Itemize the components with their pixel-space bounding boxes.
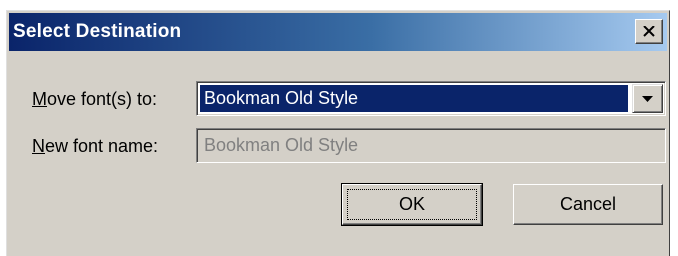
new-font-name-input[interactable] (201, 132, 657, 159)
move-fonts-dropdown[interactable]: Bookman Old Style (196, 81, 666, 116)
close-button[interactable] (635, 19, 663, 44)
cancel-button[interactable]: Cancel (513, 184, 663, 225)
move-fonts-selected-value[interactable]: Bookman Old Style (200, 85, 628, 112)
new-font-name-field-frame (196, 128, 666, 163)
ok-button[interactable]: OK (341, 183, 483, 226)
dialog-title: Select Destination (13, 21, 182, 42)
cancel-button-label: Cancel (559, 194, 617, 214)
move-label-text: ove font(s) to: (47, 89, 158, 109)
move-label-mnemonic: M (32, 89, 47, 109)
close-icon (643, 26, 655, 37)
select-destination-dialog: Select Destination Move font(s) to: Book… (6, 10, 670, 256)
new-label-text: ew font name: (45, 136, 159, 156)
new-label-mnemonic: N (32, 136, 45, 156)
new-font-name-label: New font name: (32, 136, 158, 157)
title-bar: Select Destination (9, 13, 667, 51)
move-fonts-label: Move font(s) to: (32, 89, 157, 110)
chevron-down-icon (642, 95, 653, 102)
focus-rect (347, 189, 477, 220)
dropdown-button[interactable] (632, 84, 663, 113)
